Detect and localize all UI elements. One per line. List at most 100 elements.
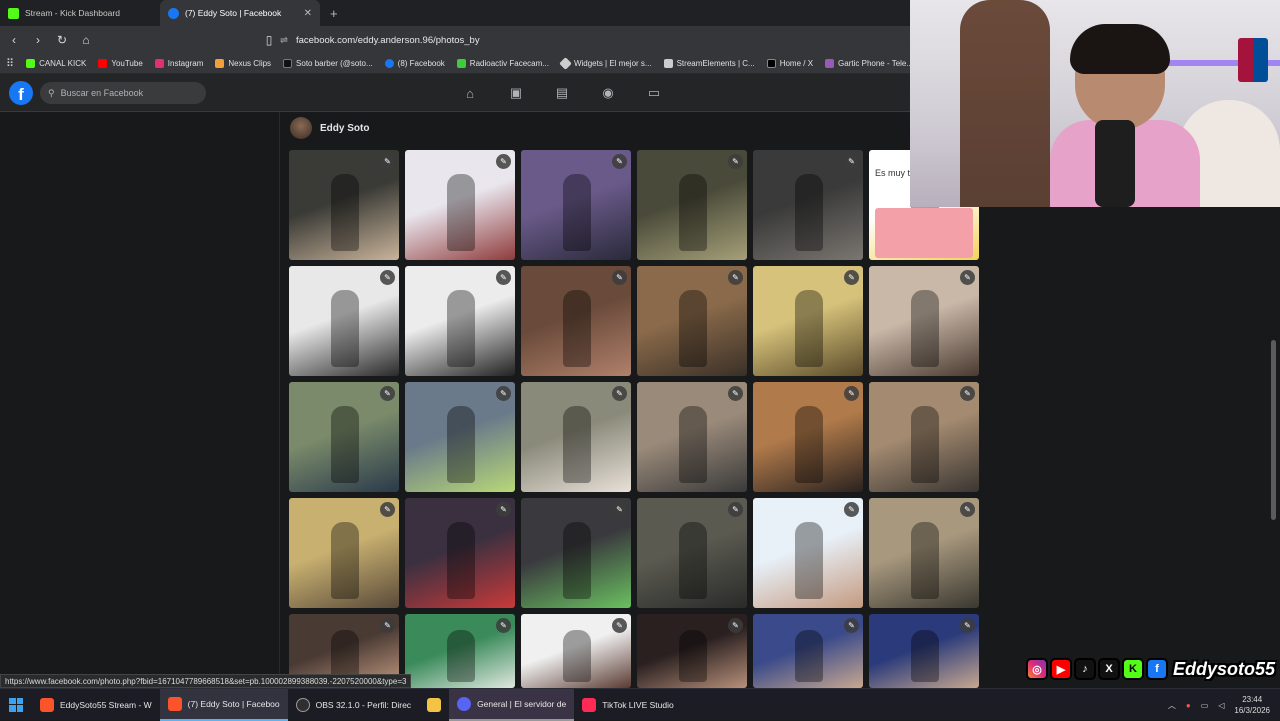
edit-icon[interactable]: ✎ (496, 154, 511, 169)
bookmark-item[interactable]: YouTube (98, 59, 143, 68)
taskbar-item[interactable]: General | El servidor de (449, 688, 575, 721)
apps-grid-icon[interactable]: ⠿ (6, 57, 14, 70)
marketplace-icon[interactable]: ▤ (552, 84, 572, 102)
photo-thumbnail[interactable]: ✎ (521, 614, 631, 688)
photo-thumbnail[interactable]: ✎ (289, 150, 399, 260)
photo-thumbnail[interactable]: ✎ (637, 150, 747, 260)
taskbar-item[interactable]: TikTok LIVE Studio (574, 689, 682, 721)
home-icon[interactable]: ⌂ (76, 30, 96, 50)
edit-icon[interactable]: ✎ (960, 502, 975, 517)
taskbar-item[interactable] (419, 689, 449, 721)
edit-icon[interactable]: ✎ (728, 154, 743, 169)
back-icon[interactable]: ‹ (4, 30, 24, 50)
edit-icon[interactable]: ✎ (496, 386, 511, 401)
tab-facebook[interactable]: (7) Eddy Soto | Facebook ✕ (160, 0, 320, 26)
photo-thumbnail[interactable]: ✎ (289, 382, 399, 492)
photo-thumbnail[interactable]: ✎ (521, 150, 631, 260)
edit-icon[interactable]: ✎ (380, 502, 395, 517)
edit-icon[interactable]: ✎ (844, 154, 859, 169)
edit-icon[interactable]: ✎ (728, 270, 743, 285)
photo-thumbnail[interactable]: ✎ (405, 150, 515, 260)
groups-icon[interactable]: ◉ (598, 84, 618, 102)
edit-icon[interactable]: ✎ (960, 618, 975, 633)
photo-thumbnail[interactable]: ✎ (869, 614, 979, 688)
bookmark-item[interactable]: (8) Facebook (384, 59, 445, 68)
facebook-logo-icon[interactable]: f (9, 81, 33, 105)
bookmark-item[interactable]: Nexus Clips (215, 59, 271, 68)
search-input[interactable]: ⚲ Buscar en Facebook (40, 82, 206, 104)
bookmark-item[interactable]: Instagram (154, 59, 203, 68)
photo-thumbnail[interactable]: ✎ (869, 266, 979, 376)
start-button[interactable] (0, 689, 32, 721)
address-bar[interactable]: ⇌ facebook.com/eddy.anderson.96/photos_b… (280, 29, 910, 51)
edit-icon[interactable]: ✎ (380, 618, 395, 633)
new-tab-button[interactable]: + (320, 0, 348, 26)
taskbar-item[interactable]: EddySoto55 Stream - W (32, 689, 160, 721)
photo-thumbnail[interactable]: ✎ (753, 150, 863, 260)
photo-thumbnail[interactable]: ✎ (637, 266, 747, 376)
edit-icon[interactable]: ✎ (612, 502, 627, 517)
edit-icon[interactable]: ✎ (844, 386, 859, 401)
bookmark-icon[interactable]: ▯ (259, 30, 279, 50)
bookmark-item[interactable]: Home / X (766, 59, 813, 68)
photo-thumbnail[interactable]: ✎ (637, 382, 747, 492)
gaming-icon[interactable]: ▭ (644, 84, 664, 102)
photo-thumbnail[interactable]: ✎ (869, 498, 979, 608)
edit-icon[interactable]: ✎ (612, 154, 627, 169)
taskbar-item[interactable]: OBS 32.1.0 - Perfil: Direc (288, 689, 419, 721)
clock[interactable]: 23:44 16/3/2026 (1234, 694, 1270, 716)
edit-icon[interactable]: ✎ (496, 270, 511, 285)
tab-kick-dashboard[interactable]: Stream - Kick Dashboard (0, 0, 160, 26)
bookmark-item[interactable]: Soto barber (@soto... (283, 59, 373, 68)
photo-thumbnail[interactable]: ✎ (869, 382, 979, 492)
profile-name[interactable]: Eddy Soto (320, 123, 369, 134)
photo-thumbnail[interactable]: ✎ (405, 498, 515, 608)
edit-icon[interactable]: ✎ (380, 270, 395, 285)
chevron-up-icon[interactable]: ︿ (1168, 700, 1176, 711)
photo-thumbnail[interactable]: ✎ (637, 614, 747, 688)
volume-icon[interactable]: ◁ (1218, 701, 1224, 710)
edit-icon[interactable]: ✎ (844, 270, 859, 285)
edit-icon[interactable]: ✎ (728, 618, 743, 633)
photo-thumbnail[interactable]: ✎ (753, 614, 863, 688)
photo-thumbnail[interactable]: ✎ (637, 498, 747, 608)
edit-icon[interactable]: ✎ (728, 386, 743, 401)
forward-icon[interactable]: › (28, 30, 48, 50)
photo-thumbnail[interactable]: ✎ (753, 382, 863, 492)
edit-icon[interactable]: ✎ (496, 618, 511, 633)
bookmark-item[interactable]: Widgets | El mejor s... (559, 57, 652, 70)
scrollbar[interactable] (1271, 340, 1276, 520)
bookmark-item[interactable]: Radioactiv Facecam... (456, 59, 549, 68)
photo-thumbnail[interactable]: ✎ (521, 498, 631, 608)
photo-thumbnail[interactable]: ✎ (405, 266, 515, 376)
reload-icon[interactable]: ↻ (52, 30, 72, 50)
close-icon[interactable]: ✕ (304, 8, 312, 19)
bookmark-item[interactable]: CANAL KICK (26, 59, 86, 68)
photo-thumbnail[interactable]: ✎ (289, 498, 399, 608)
microphone-icon[interactable]: ● (1186, 701, 1191, 710)
photo-thumbnail[interactable]: ✎ (289, 266, 399, 376)
edit-icon[interactable]: ✎ (844, 618, 859, 633)
edit-icon[interactable]: ✎ (612, 618, 627, 633)
edit-icon[interactable]: ✎ (960, 386, 975, 401)
edit-icon[interactable]: ✎ (728, 502, 743, 517)
photo-thumbnail[interactable]: ✎ (521, 266, 631, 376)
bookmark-item[interactable]: Gartic Phone - Tele... (825, 59, 913, 68)
edit-icon[interactable]: ✎ (612, 386, 627, 401)
profile-header[interactable]: Eddy Soto (290, 116, 369, 140)
bookmark-item[interactable]: StreamElements | C... (663, 59, 755, 68)
photo-thumbnail[interactable]: ✎ (753, 266, 863, 376)
photo-thumbnail[interactable]: ✎ (521, 382, 631, 492)
edit-icon[interactable]: ✎ (844, 502, 859, 517)
video-icon[interactable]: ▣ (506, 84, 526, 102)
photo-thumbnail[interactable]: ✎ (753, 498, 863, 608)
photo-thumbnail[interactable]: ✎ (405, 614, 515, 688)
edit-icon[interactable]: ✎ (496, 502, 511, 517)
edit-icon[interactable]: ✎ (380, 386, 395, 401)
avatar[interactable] (290, 117, 312, 139)
site-info-icon[interactable]: ⇌ (280, 35, 288, 46)
taskbar-item[interactable]: (7) Eddy Soto | Faceboo (159, 688, 288, 721)
photo-thumbnail[interactable]: ✎ (405, 382, 515, 492)
edit-icon[interactable]: ✎ (612, 270, 627, 285)
network-icon[interactable]: ▭ (1201, 701, 1209, 710)
